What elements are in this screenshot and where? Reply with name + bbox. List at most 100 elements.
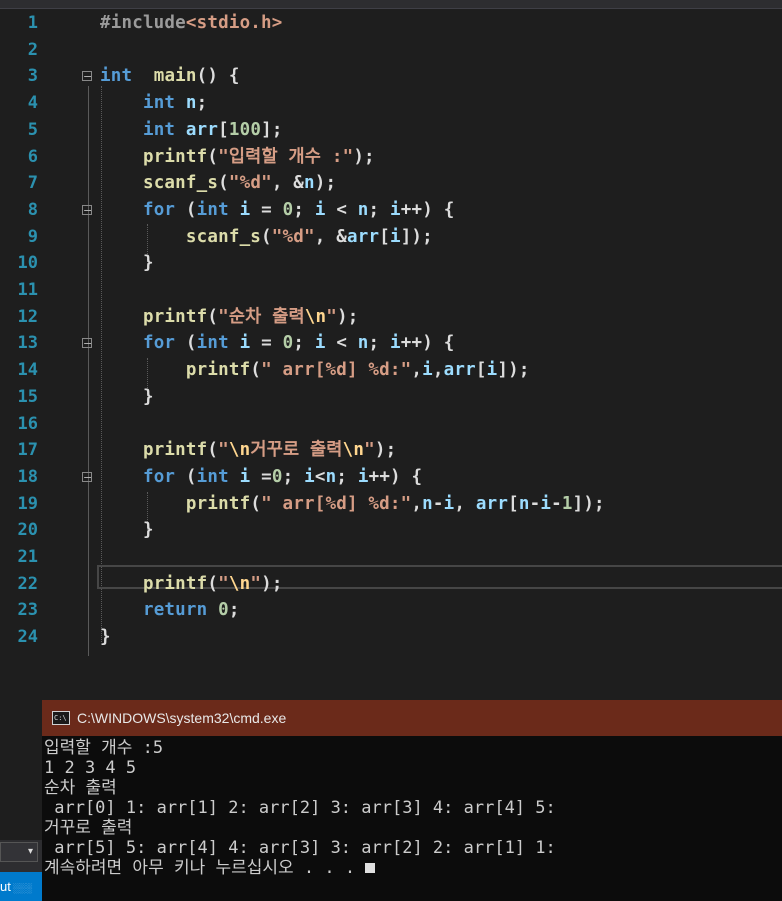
- code-token: ;: [196, 93, 208, 114]
- line-number: 22: [17, 573, 38, 594]
- code-line[interactable]: 1 #include<stdio.h>: [0, 10, 782, 36]
- code-line[interactable]: 20 }: [0, 517, 782, 543]
- code-token: }: [100, 520, 154, 541]
- code-token: ,: [411, 360, 423, 381]
- code-token: (: [175, 333, 197, 354]
- code-line[interactable]: 11: [0, 277, 782, 303]
- code-line[interactable]: 10 }: [0, 250, 782, 276]
- code-line[interactable]: 24}: [0, 624, 782, 650]
- code-line[interactable]: 4 int n;: [0, 90, 782, 116]
- code-token: " arr[%d] %d:": [261, 493, 412, 514]
- console-window[interactable]: C:\ C:\WINDOWS\system32\cmd.exe 입력할 개수 :…: [42, 700, 782, 901]
- fold-toggle-icon[interactable]: −: [82, 204, 92, 216]
- code-token: i: [422, 360, 433, 381]
- fold-toggle-icon[interactable]: −: [82, 338, 92, 349]
- code-token: scanf_s: [185, 226, 262, 247]
- code-token: 0: [282, 333, 294, 354]
- code-token: n: [304, 173, 315, 194]
- code-line[interactable]: 8− for (int i = 0; i < n; i++) {: [0, 197, 782, 223]
- code-token: -: [529, 493, 541, 514]
- line-number: 4: [27, 93, 38, 114]
- code-line[interactable]: 23 return 0;: [0, 597, 782, 623]
- code-text: printf("\n거꾸로 출력\n");: [100, 437, 396, 463]
- code-editor[interactable]: 1 #include<stdio.h> 2 3− int main() {4 int n…: [0, 9, 782, 699]
- console-line-text: 거꾸로 출력: [44, 818, 133, 838]
- code-line[interactable]: 7 scanf_s("%d", &n);: [0, 170, 782, 196]
- line-number: 3: [27, 66, 38, 87]
- code-token: ]);: [497, 360, 530, 381]
- line-number: 23: [17, 600, 38, 621]
- code-line[interactable]: 13− for (int i = 0; i < n; i++) {: [0, 330, 782, 356]
- code-text: scanf_s("%d", &n);: [100, 170, 336, 196]
- code-text: printf("\n");: [100, 571, 283, 597]
- line-number: 13: [17, 333, 38, 354]
- code-line[interactable]: 14 printf(" arr[%d] %d:",i,arr[i]);: [0, 357, 782, 383]
- code-text: }: [100, 624, 111, 650]
- line-number: 21: [17, 547, 38, 567]
- code-line[interactable]: 15 }: [0, 384, 782, 410]
- code-token: i: [239, 199, 251, 220]
- fold-toggle-icon[interactable]: −: [82, 71, 92, 82]
- code-token: [: [508, 493, 519, 514]
- code-line[interactable]: 3 − int main() {: [0, 63, 782, 89]
- console-line-text: arr[0] 1: arr[1] 2: arr[2] 3: arr[3] 4: …: [44, 798, 556, 818]
- console-line-text: 계속하려면 아무 키나 누르십시오 . . .: [44, 858, 366, 878]
- code-line[interactable]: 16: [0, 411, 782, 437]
- code-text: for (int i =0; i<n; i++) {: [100, 464, 422, 490]
- code-token: ": [218, 573, 229, 594]
- code-token: , &: [314, 226, 347, 247]
- line-number: 24: [17, 627, 38, 648]
- code-token: (: [207, 573, 219, 594]
- code-token: \n: [228, 440, 251, 461]
- code-token: i: [357, 466, 369, 487]
- code-token: 100: [228, 119, 262, 140]
- code-text: printf(" arr[%d] %d:",i,arr[i]);: [100, 357, 530, 383]
- code-line[interactable]: 17 printf("\n거꾸로 출력\n");: [0, 437, 782, 463]
- code-token: for: [142, 466, 176, 487]
- code-token: 거꾸로 출력: [250, 440, 343, 461]
- code-line[interactable]: 21: [0, 544, 782, 570]
- code-line[interactable]: 12 printf("순차 출력\n");: [0, 304, 782, 330]
- fold-toggle-icon[interactable]: −: [82, 471, 92, 483]
- code-line[interactable]: 18 − for (int i =0; i<n; i++) {: [0, 464, 782, 490]
- code-token: int: [142, 119, 176, 140]
- code-token: i: [390, 333, 401, 354]
- code-token: }: [100, 627, 111, 648]
- line-number: 18: [17, 466, 38, 487]
- console-line-text: arr[5] 5: arr[4] 4: arr[3] 3: arr[2] 2: …: [44, 838, 556, 858]
- code-token: <: [325, 333, 358, 354]
- console-cursor: [365, 863, 376, 873]
- code-text: int arr[100];: [100, 117, 283, 143]
- code-line[interactable]: 6 printf("입력할 개수 :");: [0, 144, 782, 170]
- output-source-dropdown[interactable]: ▾: [0, 842, 38, 862]
- code-token: );: [337, 306, 359, 327]
- console-title-bar[interactable]: C:\ C:\WINDOWS\system32\cmd.exe: [42, 700, 782, 736]
- code-token: ": [364, 440, 375, 461]
- tab-output[interactable]: ut ░░░: [0, 872, 42, 901]
- code-line[interactable]: 5 int arr[100];: [0, 117, 782, 143]
- code-text: for (int i = 0; i < n; i++) {: [100, 330, 454, 356]
- code-token: =: [250, 199, 283, 220]
- code-token: =: [250, 466, 272, 487]
- code-text: for (int i = 0; i < n; i++) {: [100, 197, 454, 223]
- code-token: [: [379, 226, 390, 247]
- code-line[interactable]: 22 printf("\n");: [0, 571, 782, 597]
- code-line[interactable]: 2: [0, 37, 782, 63]
- code-token: arr: [443, 360, 476, 381]
- code-token: (: [175, 199, 197, 220]
- code-line[interactable]: 9 scanf_s("%d", &arr[i]);: [0, 224, 782, 250]
- code-token: ;: [293, 333, 315, 354]
- code-token: ;: [368, 333, 391, 354]
- code-line[interactable]: 19 printf(" arr[%d] %d:",n-i, arr[n-i-1]…: [0, 491, 782, 517]
- code-token: i: [486, 360, 498, 381]
- code-token: scanf_s: [142, 173, 219, 194]
- code-token: int: [100, 66, 133, 87]
